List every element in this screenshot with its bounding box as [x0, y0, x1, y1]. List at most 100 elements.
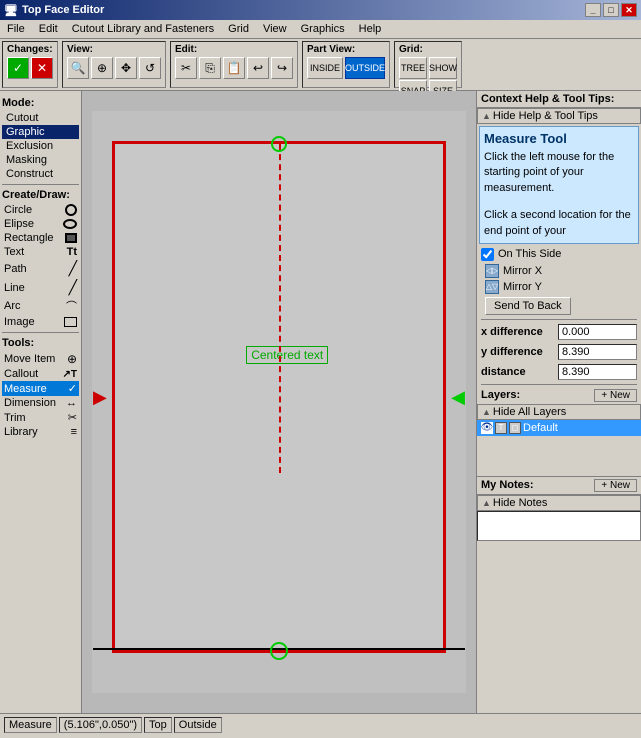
status-top: Top — [144, 717, 172, 733]
distance-label: distance — [481, 366, 556, 378]
part-view-controls: INSIDE OUTSIDE — [307, 57, 385, 79]
canvas-area[interactable]: Centered text ▶ ◀ — [82, 91, 476, 713]
layer-visibility-icon[interactable]: 👁 — [481, 422, 493, 434]
context-help-header: Context Help & Tool Tips: — [477, 91, 641, 108]
pan-btn[interactable]: ✥ — [115, 57, 137, 79]
paste-btn[interactable]: 📋 — [223, 57, 245, 79]
divider-2 — [2, 332, 79, 333]
elipse-icon — [63, 219, 77, 229]
menu-file[interactable]: File — [4, 22, 28, 36]
notes-textarea[interactable] — [477, 511, 641, 541]
arrow-right: ◀ — [451, 388, 465, 406]
circle-icon — [65, 204, 77, 216]
menu-cutout-library[interactable]: Cutout Library and Fasteners — [69, 22, 217, 36]
mode-exclusion[interactable]: Exclusion — [2, 139, 79, 153]
default-layer-label: Default — [523, 422, 558, 434]
measure-line-vertical — [279, 144, 281, 473]
tool-line[interactable]: Line ╱ — [2, 278, 79, 297]
new-note-button[interactable]: + New — [594, 479, 637, 492]
layer-icon-1: T — [495, 422, 507, 434]
tool-arc[interactable]: Arc ⌒ — [2, 297, 79, 315]
maximize-button[interactable]: □ — [603, 3, 619, 17]
handle-top[interactable] — [271, 136, 287, 152]
centered-text: Centered text — [246, 346, 328, 364]
undo-btn[interactable]: ↩ — [247, 57, 269, 79]
app-icon: 🖥 — [4, 4, 18, 17]
tree-btn[interactable]: TREE — [399, 57, 427, 79]
tool-measure[interactable]: Measure ✓ — [2, 381, 79, 396]
hide-help-toggle[interactable]: ▲ Hide Help & Tool Tips — [477, 108, 641, 124]
mirror-x-label: Mirror X — [503, 265, 542, 277]
mirror-y-icon: △▽ — [485, 280, 499, 294]
minimize-button[interactable]: _ — [585, 3, 601, 17]
toolbar-part-view: Part View: INSIDE OUTSIDE — [302, 41, 390, 88]
menu-help[interactable]: Help — [356, 22, 385, 36]
my-notes-label: My Notes: — [481, 479, 534, 491]
redo-btn[interactable]: ↪ — [271, 57, 293, 79]
outside-btn[interactable]: OUTSIDE — [345, 57, 385, 79]
tool-callout[interactable]: Callout ↗T — [2, 367, 79, 381]
refresh-btn[interactable]: ↺ — [139, 57, 161, 79]
cut-btn[interactable]: ✂ — [175, 57, 197, 79]
hide-notes-toggle[interactable]: ▲ Hide Notes — [477, 495, 641, 511]
tool-library[interactable]: Library ≡ — [2, 425, 79, 439]
tool-trim[interactable]: Trim ✂ — [2, 410, 79, 425]
layers-spacer — [477, 436, 641, 476]
close-button[interactable]: ✕ — [621, 3, 637, 17]
copy-btn[interactable]: ⎘ — [199, 57, 221, 79]
x-difference-row: x difference 0.000 — [477, 322, 641, 342]
y-difference-row: y difference 8.390 — [477, 342, 641, 362]
zoom-btn[interactable]: 🔍 — [67, 57, 89, 79]
zoom-in-btn[interactable]: ⊕ — [91, 57, 113, 79]
handle-bottom[interactable] — [270, 642, 288, 660]
view-controls: 🔍 ⊕ ✥ ↺ — [67, 57, 161, 79]
show-btn[interactable]: SHOW — [429, 57, 457, 79]
menu-view[interactable]: View — [260, 22, 290, 36]
tool-elipse[interactable]: Elipse — [2, 217, 79, 231]
hide-notes-label: Hide Notes — [493, 497, 547, 509]
drawing-box: Centered text ▶ ◀ — [112, 141, 446, 653]
menu-graphics[interactable]: Graphics — [298, 22, 348, 36]
mirror-x-row: ◁▷ Mirror X — [477, 263, 641, 279]
status-measure: Measure — [4, 717, 57, 733]
on-this-side-checkbox[interactable] — [481, 248, 494, 261]
new-layer-button[interactable]: + New — [594, 389, 637, 402]
menu-grid[interactable]: Grid — [225, 22, 252, 36]
my-notes-header: My Notes: + New — [477, 476, 641, 495]
on-this-side-label: On This Side — [498, 248, 561, 260]
edit-label: Edit: — [175, 44, 293, 55]
tool-rectangle[interactable]: Rectangle — [2, 231, 79, 245]
hide-help-label: Hide Help & Tool Tips — [493, 110, 598, 122]
tools-header: Tools: — [2, 337, 79, 349]
mode-graphic[interactable]: Graphic — [2, 125, 79, 139]
tool-text[interactable]: Text Tt — [2, 245, 79, 259]
main-layout: Mode: Cutout Graphic Exclusion Masking C… — [0, 91, 641, 713]
measure-icon: ✓ — [68, 382, 77, 395]
toolbar-view: View: 🔍 ⊕ ✥ ↺ — [62, 41, 166, 88]
title-bar: 🖥 Top Face Editor _ □ ✕ — [0, 0, 641, 20]
tool-image[interactable]: Image — [2, 315, 79, 329]
tool-dimension[interactable]: Dimension ↔ — [2, 396, 79, 410]
arc-label: Arc — [4, 300, 21, 312]
mirror-y-label: Mirror Y — [503, 281, 542, 293]
cancel-button[interactable]: ✕ — [31, 57, 53, 79]
send-to-back-button[interactable]: Send To Back — [485, 297, 571, 315]
inside-btn[interactable]: INSIDE — [307, 57, 343, 79]
accept-button[interactable]: ✓ — [7, 57, 29, 79]
hide-all-layers-toggle[interactable]: ▲ Hide All Layers — [477, 404, 641, 420]
tool-circle[interactable]: Circle — [2, 203, 79, 217]
hide-help-arrow: ▲ — [482, 111, 491, 121]
mode-masking[interactable]: Masking — [2, 153, 79, 167]
status-coordinates: (5.106",0.050") — [59, 717, 142, 733]
menu-edit[interactable]: Edit — [36, 22, 61, 36]
title-bar-buttons[interactable]: _ □ ✕ — [585, 3, 637, 17]
default-layer-row[interactable]: 👁 T ◻ Default — [477, 420, 641, 436]
tool-move-item[interactable]: Move Item ⊕ — [2, 351, 79, 367]
toolbar-changes: Changes: ✓ ✕ — [2, 41, 58, 88]
layers-header: Layers: + New — [477, 387, 641, 404]
image-icon — [64, 317, 77, 327]
mode-cutout[interactable]: Cutout — [2, 111, 79, 125]
mode-construct[interactable]: Construct — [2, 167, 79, 181]
help-panel: Measure Tool Click the left mouse for th… — [479, 126, 639, 244]
tool-path[interactable]: Path ╱ — [2, 259, 79, 278]
